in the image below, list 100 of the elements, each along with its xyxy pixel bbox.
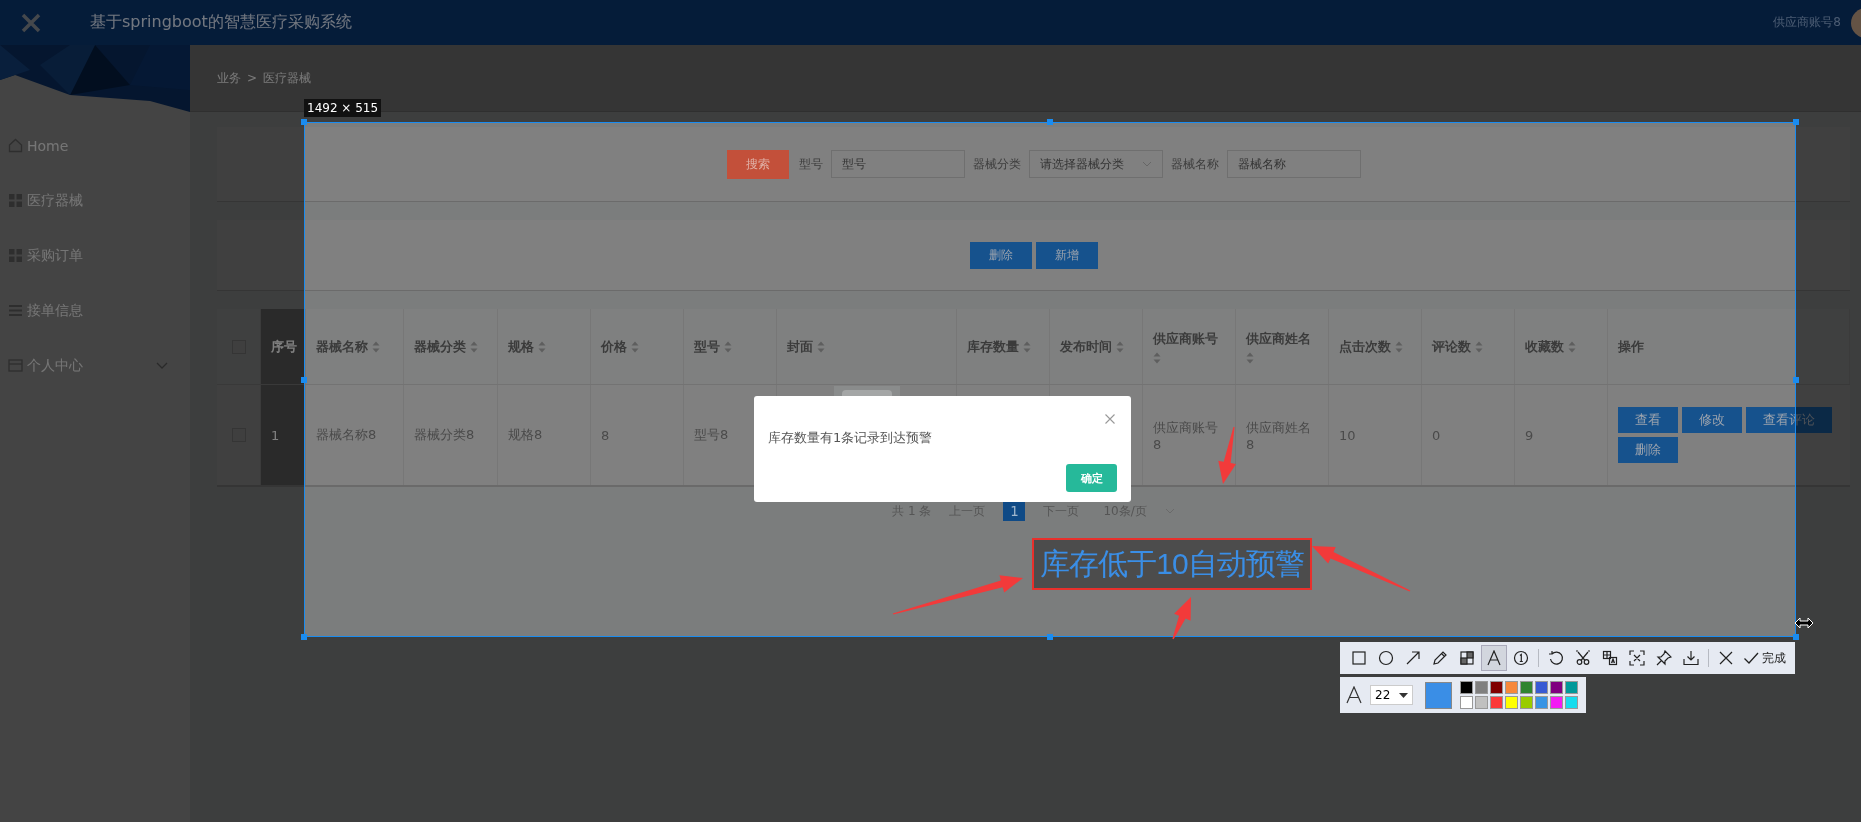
pin-icon	[1656, 650, 1672, 666]
color-swatch[interactable]	[1550, 681, 1563, 694]
resize-handle[interactable]	[1047, 119, 1053, 125]
size-label: 1492 × 515	[304, 99, 382, 117]
sort-icon[interactable]	[538, 340, 546, 353]
color-swatch[interactable]	[1490, 696, 1503, 709]
user-name[interactable]: 供应商账号8	[1773, 14, 1841, 31]
column-header[interactable]: 评论数	[1422, 309, 1515, 384]
column-header[interactable]: 供应商姓名	[1236, 309, 1329, 384]
close-icon	[1718, 650, 1734, 666]
field-label: 器械分类	[972, 155, 1021, 173]
table-cell: 1	[271, 427, 280, 443]
app-title: 基于springboot的智慧医疗采购系统	[90, 12, 352, 33]
dialog-message: 库存数量有1条记录到达预警	[768, 429, 933, 447]
sort-icon[interactable]	[1153, 351, 1161, 364]
sort-icon[interactable]	[470, 340, 478, 353]
sort-icon[interactable]	[817, 340, 825, 353]
input-field[interactable]: 器械名称	[1226, 150, 1361, 178]
column-header[interactable]: 库存数量	[957, 309, 1050, 384]
scissors-icon	[1575, 650, 1591, 666]
translate-icon	[1602, 650, 1618, 666]
done-button[interactable]: 完成	[1740, 645, 1789, 671]
square-icon	[1351, 650, 1367, 666]
field-label: 型号	[798, 155, 823, 173]
color-swatch[interactable]	[1535, 696, 1548, 709]
resize-handle[interactable]	[1793, 376, 1799, 383]
action-button[interactable]: 删除	[969, 241, 1032, 269]
arrow-icon	[1405, 650, 1421, 666]
column-header[interactable]: 规格	[498, 309, 591, 384]
column-header[interactable]: 价格	[591, 309, 684, 384]
undo-icon	[1548, 650, 1564, 666]
sort-icon[interactable]	[1023, 340, 1031, 353]
letter-icon	[1486, 650, 1502, 666]
color-swatch[interactable]	[1475, 696, 1488, 709]
color-swatch[interactable]	[1460, 681, 1473, 694]
row-action-button[interactable]: 删除	[1618, 437, 1678, 463]
resize-handle[interactable]	[1793, 634, 1799, 640]
sort-icon[interactable]	[1246, 351, 1254, 364]
color-swatch[interactable]	[1565, 681, 1578, 694]
sort-icon[interactable]	[724, 340, 732, 353]
search-button[interactable]: 搜索	[726, 149, 789, 179]
column-header[interactable]: 型号	[684, 309, 777, 384]
check-icon	[1743, 650, 1759, 666]
sort-icon[interactable]	[372, 340, 380, 353]
column-header[interactable]: 收藏数	[1515, 309, 1608, 384]
sort-icon[interactable]	[1395, 340, 1403, 353]
close-icon[interactable]	[1105, 414, 1115, 424]
annotation-arrow	[1172, 597, 1191, 640]
sort-icon[interactable]	[1475, 340, 1483, 353]
row-action-button[interactable]: 修改	[1682, 407, 1742, 433]
breadcrumb-separator: >	[247, 71, 258, 85]
numbered-circle-icon	[1513, 650, 1529, 666]
close-icon[interactable]	[20, 11, 42, 34]
annotation-box[interactable]: 库存低于10自动预警	[1032, 538, 1312, 590]
action-button[interactable]: 新增	[1035, 241, 1098, 269]
sort-icon[interactable]	[631, 340, 639, 353]
resize-handle[interactable]	[1793, 119, 1799, 125]
color-swatch[interactable]	[1490, 681, 1503, 694]
column-header[interactable]: 供应商账号	[1143, 309, 1236, 384]
row-action-button[interactable]: 查看	[1618, 407, 1678, 433]
annotation-text: 库存低于10自动预警	[1040, 547, 1304, 580]
font-icon	[1346, 686, 1362, 704]
pencil-icon	[1432, 650, 1448, 666]
chevron-icon	[1141, 161, 1152, 167]
resize-handle[interactable]	[1047, 634, 1053, 640]
color-swatch[interactable]	[1460, 696, 1473, 709]
column-header[interactable]: 封面	[777, 309, 957, 384]
color-swatch[interactable]	[1505, 696, 1518, 709]
scan-icon	[1629, 650, 1645, 666]
color-swatch[interactable]	[1520, 696, 1533, 709]
sort-icon[interactable]	[1568, 340, 1576, 353]
resize-handle[interactable]	[301, 119, 307, 125]
input-field[interactable]: 型号	[830, 150, 965, 178]
column-header[interactable]: 器械分类	[404, 309, 498, 384]
category-select[interactable]: 请选择器械分类	[1028, 150, 1163, 178]
color-swatch[interactable]	[1505, 681, 1518, 694]
color-swatch[interactable]	[1550, 696, 1563, 709]
annotation-arrow	[1218, 426, 1236, 484]
color-swatch[interactable]	[1565, 696, 1578, 709]
checker-icon	[1459, 650, 1475, 666]
download-icon	[1683, 650, 1699, 666]
resize-handle[interactable]	[301, 376, 307, 383]
column-header: 序号	[261, 309, 306, 384]
color-swatch[interactable]	[1520, 681, 1533, 694]
color-swatch[interactable]	[1475, 681, 1488, 694]
current-color-swatch[interactable]	[1425, 681, 1452, 709]
resize-cursor-icon	[1794, 617, 1814, 629]
confirm-button[interactable]: 确定	[1066, 464, 1117, 492]
text-tool-button[interactable]	[1481, 645, 1507, 671]
sort-icon[interactable]	[1116, 340, 1124, 353]
resize-handle[interactable]	[301, 634, 307, 640]
page-number[interactable]: 1	[1003, 501, 1026, 521]
column-header[interactable]: 发布时间	[1050, 309, 1143, 384]
circle-icon	[1378, 650, 1394, 666]
field-label: 器械名称	[1170, 155, 1219, 173]
color-swatch[interactable]	[1535, 681, 1548, 694]
font-size-select[interactable]: 22	[1370, 685, 1413, 705]
column-header[interactable]: 器械名称	[306, 309, 404, 384]
column-header[interactable]: 点击次数	[1329, 309, 1422, 384]
caret-icon	[1399, 692, 1408, 698]
